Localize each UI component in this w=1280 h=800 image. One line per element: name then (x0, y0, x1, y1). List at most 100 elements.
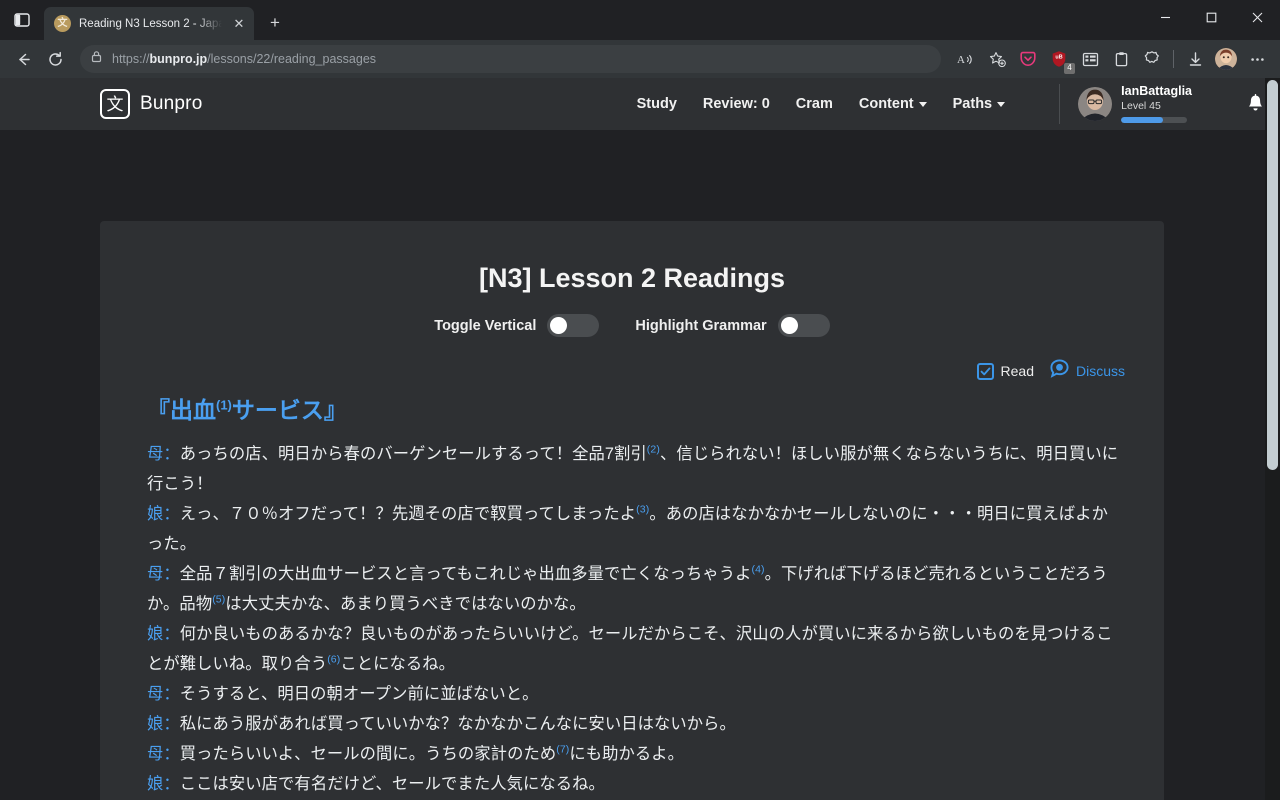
passage-line: 母：あっちの店、明日から春のバーゲンセールするって！全品7割引(2)、信じられな… (147, 439, 1123, 499)
passage-text: 買ったらいいよ、セールの間に。うちの家計のため (179, 745, 557, 763)
reload-icon[interactable] (40, 44, 70, 74)
title-close-bracket: 』 (323, 397, 347, 423)
passage-text: あっちの店、明日から春のバーゲンセールするって！全品7割引 (179, 445, 647, 463)
passage-body: 母：あっちの店、明日から春のバーゲンセールするって！全品7割引(2)、信じられな… (135, 439, 1129, 799)
toggle-vertical-switch[interactable] (547, 314, 600, 337)
avatar (1078, 87, 1113, 121)
speaker-label: 母： (147, 685, 180, 703)
brand-name: Bunpro (140, 93, 203, 114)
passage-line: 母：全品７割引の大出血サービスと言ってもこれじゃ出血多量で亡くなっちゃうよ(4)… (147, 559, 1123, 619)
tab-actions-icon[interactable] (0, 0, 44, 40)
speaker-label: 娘： (147, 775, 180, 793)
passage-line: 娘：私にあう服があれば買っていいかな？なかなかこんなに安い日はないから。 (147, 709, 1123, 739)
tab-favicon-icon: 文 (54, 15, 71, 32)
passage-line: 母：そうすると、明日の朝オープン前に並ばないと。 (147, 679, 1123, 709)
toggle-vertical-label: Toggle Vertical (434, 317, 537, 334)
passage-text: そうすると、明日の朝オープン前に並ばないと。 (179, 685, 539, 703)
passage-line: 娘：何か良いものあるかな？良いものがあったらいいけど。セールだからこそ、沢山の人… (147, 619, 1123, 679)
bunpro-logo-icon: 文 (100, 89, 130, 119)
maximize-button[interactable] (1188, 0, 1234, 34)
nav-label: Study (636, 96, 677, 112)
read-toggle[interactable]: Read (976, 362, 1034, 380)
back-icon[interactable] (8, 44, 38, 74)
passage-text: えっ、７０％オフだって！？先週その店で靫買ってしまったよ (179, 505, 637, 523)
level-progress-fill (1121, 116, 1164, 123)
ublock-extension-icon[interactable]: uB 4 (1044, 44, 1075, 74)
add-favorite-icon[interactable] (982, 44, 1012, 74)
passage-line: 娘：えっ、７０％オフだって！？先週その店で靫買ってしまったよ(3)。あの店はなか… (147, 499, 1123, 559)
nav-label: Content (858, 96, 914, 112)
toggle-vertical-group[interactable]: Toggle Vertical (434, 314, 600, 337)
minimize-button[interactable] (1142, 0, 1188, 34)
passage-text: は大丈夫かな、あまり買うべきではないのかな。 (225, 595, 586, 613)
downloads-icon[interactable] (1180, 44, 1210, 74)
passage-text: ここは安い店で有名だけど、セールでまた人気になるね。 (179, 775, 605, 793)
footnote-ref[interactable]: (5) (212, 594, 225, 606)
browser-toolbar: https://bunpro.jp/lessons/22/reading_pas… (0, 40, 1280, 78)
read-discuss-row: Read Discuss (135, 359, 1129, 383)
browser-titlebar: 文 Reading N3 Lesson 2 - Japanese ✕ + (0, 0, 1280, 40)
scrollbar-thumb[interactable] (1267, 80, 1278, 470)
new-tab-button[interactable]: + (260, 8, 290, 38)
nav-item-review[interactable]: Review: 0 (703, 96, 770, 112)
user-meta: IanBattaglia Level 45 (1121, 84, 1192, 123)
profile-avatar-icon[interactable] (1211, 44, 1241, 74)
reading-card: [N3] Lesson 2 Readings Toggle Vertical H… (100, 221, 1164, 800)
passage-text: 私にあう服があれば買っていいかな？なかなかこんなに安い日はないから。 (179, 715, 736, 733)
speaker-label: 母： (147, 745, 180, 763)
discuss-label: Discuss (1075, 363, 1125, 379)
tab-close-icon[interactable]: ✕ (230, 15, 248, 33)
nav-label: Paths (952, 96, 993, 112)
window-controls (1142, 0, 1280, 34)
highlight-grammar-group[interactable]: Highlight Grammar (635, 314, 830, 337)
main-nav: Study Review: 0 Cram Content Paths IanBa… (637, 84, 1265, 124)
passage-text: 全品７割引の大出血サービスと言ってもこれじゃ出血多量で亡くなっちゃうよ (179, 565, 752, 583)
speech-bubble-icon (1050, 359, 1069, 383)
pocket-icon[interactable] (1013, 44, 1043, 74)
nav-item-cram[interactable]: Cram (796, 96, 833, 112)
toolbar-avatar (1215, 48, 1237, 70)
passage-line: 母：買ったらいいよ、セールの間に。うちの家計のため(7)にも助かるよ。 (147, 739, 1123, 769)
footnote-ref[interactable]: (6) (327, 654, 340, 666)
collections-icon[interactable] (1075, 44, 1105, 74)
tab-title: Reading N3 Lesson 2 - Japanese (79, 17, 222, 30)
discuss-button[interactable]: Discuss (1050, 359, 1125, 383)
nav-item-content[interactable]: Content (859, 96, 927, 112)
browser-tab[interactable]: 文 Reading N3 Lesson 2 - Japanese ✕ (44, 7, 254, 40)
nav-label: Cram (795, 96, 833, 112)
passage-line: 娘：ここは安い店で有名だけど、セールでまた人気になるね。 (147, 769, 1123, 799)
user-profile[interactable]: IanBattaglia Level 45 (1059, 84, 1192, 124)
footnote-ref[interactable]: (3) (636, 504, 649, 516)
page-scrollbar[interactable] (1265, 78, 1280, 800)
site-lock-icon (90, 50, 103, 68)
notifications-bell-icon[interactable] (1246, 94, 1265, 114)
user-name: IanBattaglia (1121, 84, 1192, 99)
read-checkbox[interactable] (976, 362, 994, 380)
brand-logo[interactable]: 文 Bunpro (100, 89, 202, 119)
read-aloud-icon[interactable]: A (951, 44, 981, 74)
footnote-ref[interactable]: (4) (751, 564, 764, 576)
passage-text: にも助かるよ。 (569, 745, 685, 763)
chevron-down-icon (918, 101, 927, 107)
passage-text: ことになるね。 (340, 655, 456, 673)
footnote-ref[interactable]: (2) (647, 444, 660, 456)
browser-essentials-icon[interactable] (1137, 44, 1167, 74)
site-header: 文 Bunpro Study Review: 0 Cram Content Pa… (0, 78, 1280, 130)
more-options-icon[interactable] (1242, 44, 1272, 74)
toolbar-divider (1173, 50, 1174, 68)
highlight-grammar-switch[interactable] (777, 314, 830, 337)
extension-badge-count: 4 (1064, 63, 1075, 74)
page-viewport: 文 Bunpro Study Review: 0 Cram Content Pa… (0, 78, 1280, 800)
level-progress-bar (1121, 116, 1188, 123)
nav-label: Review: 0 (702, 96, 770, 112)
title-open-bracket: 『 (147, 397, 170, 423)
title-footnote-ref[interactable]: (1) (216, 397, 232, 412)
footnote-ref[interactable]: (7) (556, 744, 569, 756)
clipboard-icon[interactable] (1106, 44, 1136, 74)
browser-window: 文 Reading N3 Lesson 2 - Japanese ✕ + (0, 0, 1280, 800)
speaker-label: 娘： (147, 625, 180, 643)
address-bar[interactable]: https://bunpro.jp/lessons/22/reading_pas… (80, 45, 941, 73)
nav-item-paths[interactable]: Paths (953, 96, 1006, 112)
nav-item-study[interactable]: Study (637, 96, 677, 112)
close-button[interactable] (1234, 0, 1280, 34)
